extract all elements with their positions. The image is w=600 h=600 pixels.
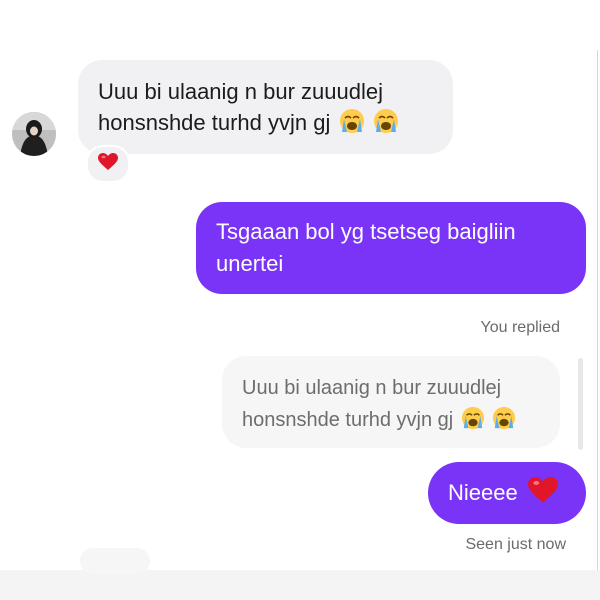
- crying-face-emoji-icon: [492, 406, 516, 440]
- quoted-message-line-2: honsnshde turhd yvjn gj: [242, 409, 454, 431]
- outgoing-message-line-2: unertei: [216, 251, 284, 276]
- heart-icon: [98, 152, 118, 176]
- crying-face-emoji-icon: [373, 108, 399, 142]
- incoming-message-bubble[interactable]: Uuu bi ulaanig n bur zuuudlej honsnshde …: [78, 60, 453, 154]
- heart-reaction-badge[interactable]: [86, 145, 130, 183]
- outgoing-message-line-1: Tsgaaan bol yg tsetseg baigliin: [216, 219, 516, 244]
- composer-placeholder: [80, 548, 150, 574]
- composer-area: [0, 548, 600, 600]
- reply-message-bubble[interactable]: Nieeee: [428, 462, 586, 524]
- seen-status: Seen just now: [465, 536, 566, 553]
- reply-message-text: Nieeee: [448, 480, 518, 505]
- incoming-message-line-2: honsnshde turhd yvjn gj: [98, 110, 331, 135]
- incoming-message-line-1: Uuu bi ulaanig n bur zuuudlej: [98, 79, 383, 104]
- scroll-edge-divider: [597, 50, 598, 570]
- crying-face-emoji-icon: [339, 108, 365, 142]
- heart-icon: [527, 476, 558, 510]
- contact-avatar[interactable]: [12, 112, 56, 156]
- quoted-message-bubble[interactable]: Uuu bi ulaanig n bur zuuudlej honsnshde …: [222, 356, 560, 448]
- crying-face-emoji-icon: [461, 406, 485, 440]
- you-replied-label: You replied: [480, 319, 560, 336]
- quote-indicator-bar: [578, 358, 583, 450]
- outgoing-message-bubble[interactable]: Tsgaaan bol yg tsetseg baigliin unertei: [196, 202, 586, 294]
- quoted-message-line-1: Uuu bi ulaanig n bur zuuudlej: [242, 377, 502, 399]
